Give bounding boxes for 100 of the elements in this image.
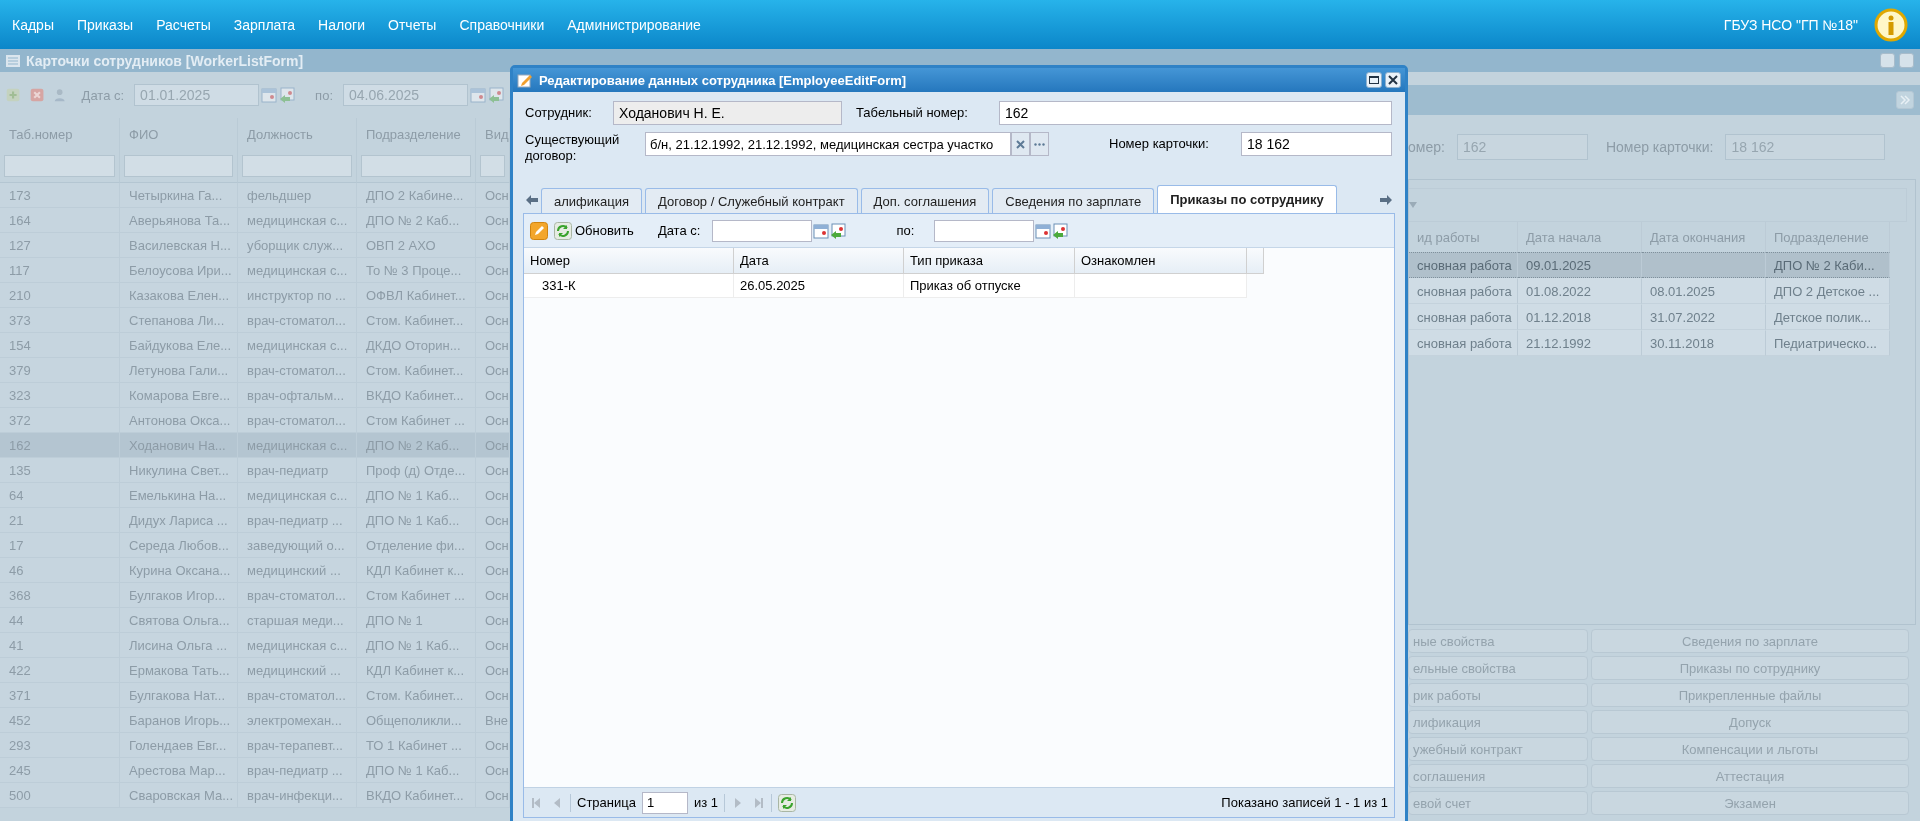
menu-item[interactable]: Расчеты	[156, 16, 211, 33]
table-cell: 164	[0, 208, 120, 233]
minimize-button[interactable]	[1880, 53, 1895, 68]
clear-button[interactable]	[1011, 132, 1030, 156]
table-cell: ДПО № 2 Каб...	[357, 208, 476, 233]
table-cell: медицинский ...	[238, 658, 357, 683]
table-cell: 31.07.2022	[1642, 304, 1766, 330]
calendar-icon[interactable]	[1035, 222, 1052, 239]
filter-field[interactable]	[124, 155, 233, 177]
card-number-field[interactable]: 18 162	[1241, 132, 1392, 156]
filter-field[interactable]	[242, 155, 352, 177]
table-cell: Педиатрическо...	[1766, 330, 1890, 356]
tab[interactable]: Сведения по зарплате	[992, 188, 1155, 213]
table-cell: КДЛ Кабинет к...	[357, 558, 476, 583]
table-cell: Осн	[476, 558, 510, 583]
clear-date-icon[interactable]	[488, 87, 504, 103]
table-cell: ДПО № 1 Каб...	[357, 483, 476, 508]
table-cell: 371	[0, 683, 120, 708]
table-cell: 422	[0, 658, 120, 683]
calendar-icon[interactable]	[813, 222, 830, 239]
menu-item[interactable]: Приказы	[76, 16, 134, 33]
column-header[interactable]: Дата	[734, 248, 904, 274]
menu-item[interactable]: Зарплата	[233, 16, 296, 33]
table-cell: Булгаков Игор...	[120, 583, 238, 608]
table-cell: врач-педиатр	[238, 458, 357, 483]
filter-field[interactable]	[480, 155, 505, 177]
table-cell: медицинская с...	[238, 633, 357, 658]
date-to-field[interactable]	[934, 219, 1035, 242]
contract-field[interactable]: б/н, 21.12.1992, 21.12.1992, медицинская сестра участко	[645, 132, 1011, 156]
table-cell: врач-педиатр ...	[238, 758, 357, 783]
page-count: из 1	[693, 795, 718, 810]
table-cell: Осн	[476, 283, 510, 308]
calendar-icon[interactable]	[261, 87, 278, 103]
table-cell: Осн	[476, 208, 510, 233]
column-header[interactable]: Тип приказа	[904, 248, 1075, 274]
table-cell: Осн	[476, 683, 510, 708]
table-cell: Детское полик...	[1766, 304, 1890, 330]
menu-item[interactable]: Отчеты	[388, 16, 437, 33]
column-header[interactable]: Номер	[524, 248, 734, 274]
records-summary: Показано записей 1 - 1 из 1	[1221, 795, 1388, 810]
employee-field[interactable]: Ходанович Н. Е.	[613, 101, 842, 125]
table-cell: Осн	[476, 408, 510, 433]
table-cell: 21	[0, 508, 120, 533]
tab[interactable]: Договор / Служебный контракт	[645, 188, 858, 213]
scrollbar-header	[1247, 248, 1264, 274]
tab[interactable]: Доп. соглашения	[860, 188, 990, 213]
clear-date-icon[interactable]	[1052, 222, 1069, 239]
table-cell: Четыркина Га...	[120, 183, 238, 208]
more-button[interactable]	[1030, 132, 1049, 156]
info-icon[interactable]	[1874, 7, 1908, 42]
table-cell: уборщик служ...	[238, 233, 357, 258]
table-cell: врач-стоматол...	[238, 583, 357, 608]
table-cell: Курина Оксана...	[120, 558, 238, 583]
table-cell: 26.05.2025	[734, 274, 904, 298]
table-cell: сновная работа	[1409, 304, 1518, 330]
menu-item[interactable]: Справочники	[459, 16, 545, 33]
table-cell: 127	[0, 233, 120, 258]
date-from-field[interactable]: 01.01.2025	[134, 84, 260, 106]
edit-icon[interactable]	[530, 221, 548, 240]
calendar-icon[interactable]	[470, 87, 486, 103]
column-header[interactable]: Ознакомлен	[1075, 248, 1247, 274]
table-cell: Осн	[476, 658, 510, 683]
caret-icon[interactable]	[1409, 202, 1417, 208]
table-cell: врач-стоматол...	[238, 408, 357, 433]
table-cell: ВКДО Кабинет...	[357, 383, 476, 408]
date-from-label: Дата с:	[657, 223, 701, 238]
date-to-label: по:	[896, 223, 915, 238]
table-cell: 09.01.2025	[1518, 252, 1642, 278]
table-cell: медицинская с...	[238, 483, 357, 508]
page-label: Страница	[577, 795, 636, 810]
clear-date-icon[interactable]	[830, 222, 847, 239]
tab-number-field[interactable]: 162	[999, 101, 1392, 125]
list-icon	[6, 54, 20, 67]
contract-label: Существующий договор:	[525, 132, 621, 164]
table-cell: Осн	[476, 508, 510, 533]
table-cell: 01.12.2018	[1518, 304, 1642, 330]
date-from-field[interactable]	[712, 219, 813, 242]
menu-item[interactable]: Кадры	[12, 16, 54, 33]
table-cell: 373	[0, 308, 120, 333]
tab[interactable]: алификация	[541, 188, 642, 213]
tab[interactable]: Приказы по сотруднику	[1157, 185, 1337, 213]
clear-date-icon[interactable]	[279, 87, 296, 103]
maximize-button[interactable]	[1366, 72, 1382, 88]
filter-field[interactable]	[361, 155, 471, 177]
refresh-button[interactable]: Обновить	[554, 219, 634, 242]
table-cell: ДПО № 1 Каб...	[357, 633, 476, 658]
dialog-title: Редактирование данных сотрудника [EmployeeEditForm]	[539, 72, 907, 88]
table-cell: Осн	[476, 358, 510, 383]
table-cell: Стом Кабинет ...	[357, 408, 476, 433]
date-to-field[interactable]: 04.06.2025	[343, 84, 468, 106]
page-field[interactable]: 1	[641, 791, 688, 814]
close-button[interactable]	[1385, 72, 1401, 88]
expand-button[interactable]	[1896, 91, 1914, 109]
tab-number-label: Табельный номер:	[856, 105, 969, 121]
filter-field[interactable]	[4, 155, 115, 177]
table-cell: 44	[0, 608, 120, 633]
table-cell: 323	[0, 383, 120, 408]
menu-item[interactable]: Налоги	[318, 16, 366, 33]
table-cell: медицинская с...	[238, 333, 357, 358]
menu-item[interactable]: Администрирование	[567, 16, 701, 33]
